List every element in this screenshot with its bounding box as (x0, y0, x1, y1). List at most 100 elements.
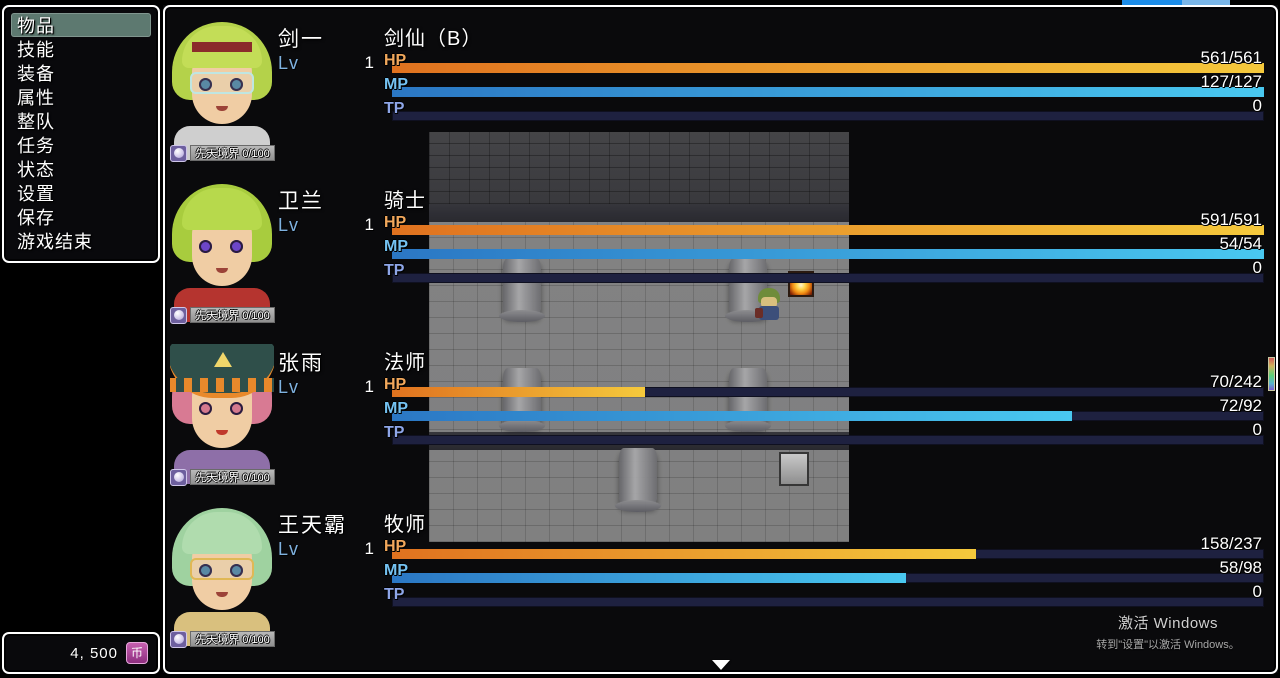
hp-fill (392, 387, 645, 397)
realm-gauge-label: 先天境界 0/100 (195, 148, 270, 160)
command-item-formation[interactable]: 整队 (11, 109, 151, 133)
avatar (170, 506, 274, 646)
avatar (170, 20, 274, 160)
level-label: Lv (278, 377, 300, 397)
tp-gauge-row: TP 0 (384, 96, 1264, 123)
tp-gauge-row: TP 0 (384, 258, 1264, 285)
tp-label: TP (384, 262, 405, 279)
game-screen: 物品 技能 装备 属性 整队 任务 状态 设置 保存 游戏结束 4, 500 币 (0, 0, 1280, 678)
command-item-items[interactable]: 物品 (11, 13, 151, 37)
actor-class: 骑士 (384, 190, 426, 212)
mp-value: 72/92 (1219, 396, 1262, 415)
command-item-status[interactable]: 属性 (11, 85, 151, 109)
hp-fill (392, 63, 1264, 73)
hp-label: HP (384, 538, 407, 555)
level-value: 1 (364, 215, 374, 234)
command-item-game-end[interactable]: 游戏结束 (11, 229, 151, 253)
gold-amount: 4, 500 (70, 644, 118, 662)
mp-fill (392, 87, 1264, 97)
mp-value: 127/127 (1200, 72, 1262, 91)
command-item-skills[interactable]: 技能 (11, 37, 151, 61)
tp-label: TP (384, 100, 405, 117)
tp-label: TP (384, 424, 405, 441)
tp-gauge-row: TP 0 (384, 420, 1264, 447)
hp-fill (392, 549, 977, 559)
status-badge: 先天境界 0/100 (170, 144, 275, 162)
mp-fill (392, 249, 1264, 259)
actor-class: 剑仙（B） (384, 28, 483, 50)
party-member-row[interactable]: 先天境界 0/100 剑一 Lv 1 剑仙（B） HP 561/561 MP 1… (165, 11, 1276, 173)
realm-orb-icon (170, 468, 187, 486)
actor-name: 王天霸 (278, 514, 347, 537)
command-label: 设置 (17, 184, 55, 204)
command-label: 物品 (17, 16, 55, 36)
tp-value: 0 (1252, 420, 1262, 439)
command-item-save[interactable]: 保存 (11, 205, 151, 229)
hp-value: 158/237 (1200, 534, 1262, 553)
command-label: 保存 (17, 208, 55, 228)
command-item-quests[interactable]: 任务 (11, 133, 151, 157)
realm-gauge: 先天境界 0/100 (190, 631, 275, 647)
command-label: 状态 (17, 160, 55, 180)
mp-label: MP (384, 400, 408, 417)
realm-orb-icon (170, 306, 187, 324)
mp-gauge-row: MP 127/127 (384, 72, 1264, 99)
hp-value: 591/591 (1200, 210, 1262, 229)
command-item-equip[interactable]: 装备 (11, 61, 151, 85)
actor-name: 卫兰 (278, 190, 324, 213)
currency-glyph: 币 (130, 646, 143, 660)
tp-value: 0 (1252, 582, 1262, 601)
mp-gauge-row: MP 58/98 (384, 558, 1264, 585)
scrollbar-thumb[interactable] (1268, 357, 1275, 391)
hp-value: 70/242 (1210, 372, 1262, 391)
party-status-window: 先天境界 0/100 剑一 Lv 1 剑仙（B） HP 561/561 MP 1… (163, 5, 1278, 674)
realm-orb-icon (170, 630, 187, 648)
actor-gauges: HP 591/591 MP 54/54 TP 0 (384, 210, 1264, 285)
party-member-row[interactable]: 先天境界 0/100 王天霸 Lv 1 牧师 HP 158/237 MP 58/… (165, 497, 1276, 659)
mp-value: 54/54 (1219, 234, 1262, 253)
command-item-states[interactable]: 状态 (11, 157, 151, 181)
realm-gauge-label: 先天境界 0/100 (195, 472, 270, 484)
realm-gauge-label: 先天境界 0/100 (195, 310, 270, 322)
chevron-down-icon[interactable] (712, 660, 730, 670)
realm-orb-icon (170, 144, 187, 162)
level-label: Lv (278, 215, 300, 235)
mp-gauge-row: MP 54/54 (384, 234, 1264, 261)
tp-value: 0 (1252, 96, 1262, 115)
actor-name: 张雨 (278, 352, 324, 375)
actor-gauges: HP 561/561 MP 127/127 TP 0 (384, 48, 1264, 123)
currency-icon: 币 (126, 642, 148, 664)
command-item-options[interactable]: 设置 (11, 181, 151, 205)
realm-gauge-label: 先天境界 0/100 (195, 634, 270, 646)
actor-class: 法师 (384, 352, 426, 374)
party-member-row[interactable]: 先天境界 0/100 张雨 Lv 1 法师 HP 70/242 MP 72/92… (165, 335, 1276, 497)
level-label: Lv (278, 53, 300, 73)
status-badge: 先天境界 0/100 (170, 468, 275, 486)
mp-label: MP (384, 76, 408, 93)
status-badge: 先天境界 0/100 (170, 630, 275, 648)
party-member-row[interactable]: 先天境界 0/100 卫兰 Lv 1 骑士 HP 591/591 MP 54/5… (165, 173, 1276, 335)
command-label: 任务 (17, 136, 55, 156)
hp-label: HP (384, 52, 407, 69)
status-badge: 先天境界 0/100 (170, 306, 275, 324)
hp-label: HP (384, 376, 407, 393)
hp-gauge-row: HP 561/561 (384, 48, 1264, 75)
hp-label: HP (384, 214, 407, 231)
mp-value: 58/98 (1219, 558, 1262, 577)
command-label: 技能 (17, 40, 55, 60)
avatar (170, 182, 274, 322)
mp-fill (392, 573, 907, 583)
tp-gauge-row: TP 0 (384, 582, 1264, 609)
tp-label: TP (384, 586, 405, 603)
command-label: 属性 (17, 88, 55, 108)
mp-label: MP (384, 238, 408, 255)
actor-gauges: HP 70/242 MP 72/92 TP 0 (384, 372, 1264, 447)
hp-value: 561/561 (1200, 48, 1262, 67)
mp-fill (392, 411, 1073, 421)
realm-gauge: 先天境界 0/100 (190, 145, 275, 161)
actor-class: 牧师 (384, 514, 426, 536)
gold-window: 4, 500 币 (2, 632, 160, 674)
level-label: Lv (278, 539, 300, 559)
party-list: 先天境界 0/100 剑一 Lv 1 剑仙（B） HP 561/561 MP 1… (165, 7, 1276, 672)
command-label: 游戏结束 (17, 232, 93, 252)
